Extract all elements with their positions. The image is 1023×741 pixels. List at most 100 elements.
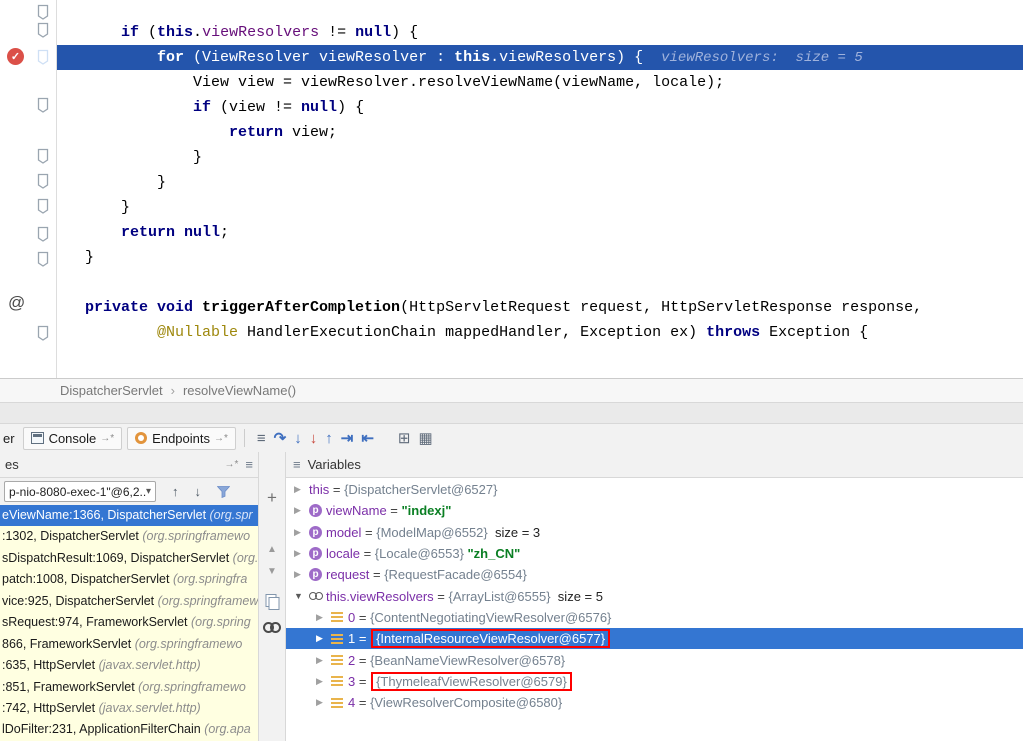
code-line[interactable]: @Nullable HandlerExecutionChain mappedHa… bbox=[57, 320, 1023, 345]
force-step-into-icon[interactable]: ↓ bbox=[310, 430, 318, 447]
stack-frame-row[interactable]: :851, FrameworkServlet (org.springframew… bbox=[0, 677, 258, 698]
variable-row[interactable]: ▶3 = {ThymeleafViewResolver@6579} bbox=[286, 671, 1023, 692]
bookmark-icon[interactable] bbox=[36, 49, 50, 65]
code-line[interactable]: return null; bbox=[57, 220, 1023, 245]
panel-menu-icon[interactable]: ≡ bbox=[293, 457, 301, 472]
frame-up-button[interactable]: ↑ bbox=[172, 484, 179, 499]
step-into-icon[interactable]: ↓ bbox=[294, 430, 302, 447]
variables-tree[interactable]: ▶this = {DispatcherServlet@6527}▶pviewNa… bbox=[286, 479, 1023, 741]
stack-frame-row[interactable]: :1302, DispatcherServlet (org.springfram… bbox=[0, 526, 258, 547]
stack-frame-row[interactable]: vice:925, DispatcherServlet (org.springf… bbox=[0, 591, 258, 612]
bookmark-icon[interactable] bbox=[36, 4, 50, 20]
show-execution-point-icon[interactable]: ⇤ bbox=[361, 429, 374, 447]
code-token: . bbox=[193, 24, 202, 41]
bookmark-icon[interactable] bbox=[36, 173, 50, 189]
bookmark-icon[interactable] bbox=[36, 226, 50, 242]
watch-glasses-icon[interactable] bbox=[263, 622, 281, 631]
variable-row[interactable]: ▶4 = {ViewResolverComposite@6580} bbox=[286, 692, 1023, 713]
code-token: Exception { bbox=[760, 324, 868, 341]
run-to-cursor-icon[interactable]: ⇥ bbox=[341, 429, 354, 447]
expander-icon[interactable]: ▶ bbox=[316, 697, 331, 708]
view-breakpoints-icon[interactable]: ⊞ bbox=[398, 429, 411, 447]
breadcrumb-item-method[interactable]: resolveViewName() bbox=[183, 383, 296, 398]
code-editor[interactable]: ✓ @ if (this.viewResolvers != null) { fo… bbox=[0, 0, 1023, 379]
code-line[interactable]: } bbox=[57, 170, 1023, 195]
variable-row[interactable]: ▶pviewName = "indexj" bbox=[286, 500, 1023, 521]
filter-funnel-icon[interactable] bbox=[217, 486, 230, 498]
pin-icon[interactable]: →* bbox=[225, 459, 239, 470]
code-line[interactable]: } bbox=[57, 145, 1023, 170]
stack-frame-row[interactable]: sDispatchResult:1069, DispatcherServlet … bbox=[0, 548, 258, 569]
tab-console[interactable]: Console →* bbox=[23, 427, 123, 450]
stack-frame-row[interactable]: patch:1008, DispatcherServlet (org.sprin… bbox=[0, 569, 258, 590]
stack-frame-row[interactable]: sRequest:974, FrameworkServlet (org.spri… bbox=[0, 612, 258, 633]
variables-panel: ≡ Variables ▶this = {DispatcherServlet@6… bbox=[286, 452, 1023, 741]
code-area[interactable]: if (this.viewResolvers != null) { for (V… bbox=[57, 20, 1023, 345]
breadcrumb-item-class[interactable]: DispatcherServlet bbox=[60, 383, 163, 398]
thread-dropdown[interactable]: p-nio-8080-exec-1"@6,2... ▾ bbox=[4, 481, 156, 502]
expander-icon[interactable]: ▶ bbox=[294, 569, 309, 580]
code-token: } bbox=[85, 249, 94, 266]
expander-icon[interactable]: ▶ bbox=[294, 484, 309, 495]
variable-row[interactable]: ▶plocale = {Locale@6553} "zh_CN" bbox=[286, 543, 1023, 564]
variable-value-suffix: size = 3 bbox=[488, 525, 540, 540]
expander-icon[interactable]: ▶ bbox=[316, 655, 331, 666]
stack-frames-list[interactable]: eViewName:1366, DispatcherServlet (org.s… bbox=[0, 505, 258, 741]
expander-icon[interactable]: ▼ bbox=[294, 591, 309, 601]
tab-endpoints[interactable]: Endpoints →* bbox=[127, 427, 236, 450]
expander-icon[interactable]: ▶ bbox=[294, 548, 309, 559]
step-out-icon[interactable]: ↑ bbox=[325, 430, 333, 447]
variable-row[interactable]: ▶1 = {InternalResourceViewResolver@6577} bbox=[286, 628, 1023, 649]
breakpoint-icon[interactable]: ✓ bbox=[7, 48, 24, 65]
stack-frame-row[interactable]: lDoFilter:231, ApplicationFilterChain (o… bbox=[0, 719, 258, 740]
add-watch-button[interactable]: + bbox=[267, 488, 277, 508]
code-line-execution-point[interactable]: for (ViewResolver viewResolver : this.vi… bbox=[57, 45, 1023, 70]
expander-icon[interactable]: ▶ bbox=[294, 505, 309, 516]
variable-name: 2 bbox=[348, 653, 355, 668]
bookmark-icon[interactable] bbox=[36, 325, 50, 341]
code-line[interactable]: return view; bbox=[57, 120, 1023, 145]
frame-location: sRequest:974, FrameworkServlet bbox=[2, 615, 191, 629]
bookmark-icon[interactable] bbox=[36, 198, 50, 214]
code-line[interactable]: private void triggerAfterCompletion(Http… bbox=[57, 295, 1023, 320]
scroll-down-button[interactable]: ▼ bbox=[267, 566, 277, 577]
array-item-icon bbox=[331, 676, 343, 686]
tab-debugger-cut[interactable]: er bbox=[3, 431, 15, 446]
code-line[interactable]: if (this.viewResolvers != null) { bbox=[57, 20, 1023, 45]
bookmark-icon[interactable] bbox=[36, 148, 50, 164]
variable-row[interactable]: ▶2 = {BeanNameViewResolver@6578} bbox=[286, 649, 1023, 670]
stack-frame-row[interactable]: eViewName:1366, DispatcherServlet (org.s… bbox=[0, 505, 258, 526]
panel-menu-icon[interactable]: ≡ bbox=[245, 457, 253, 472]
code-line[interactable]: if (view != null) { bbox=[57, 95, 1023, 120]
variable-row[interactable]: ▶this = {DispatcherServlet@6527} bbox=[286, 479, 1023, 500]
frame-down-button[interactable]: ↓ bbox=[195, 484, 202, 499]
code-line[interactable]: } bbox=[57, 245, 1023, 270]
variable-row[interactable]: ▼this.viewResolvers = {ArrayList@6555} s… bbox=[286, 585, 1023, 606]
scroll-up-button[interactable]: ▲ bbox=[267, 544, 277, 555]
expander-icon[interactable]: ▶ bbox=[316, 676, 331, 687]
copy-icon[interactable] bbox=[266, 594, 279, 609]
step-over-icon[interactable]: ↷ bbox=[274, 429, 287, 447]
variable-row[interactable]: ▶prequest = {RequestFacade@6554} bbox=[286, 564, 1023, 585]
mute-breakpoints-icon[interactable]: ≡ bbox=[257, 430, 266, 447]
expander-icon[interactable]: ▶ bbox=[316, 633, 331, 644]
expander-icon[interactable]: ▶ bbox=[316, 612, 331, 623]
variable-row[interactable]: ▶0 = {ContentNegotiatingViewResolver@657… bbox=[286, 607, 1023, 628]
variable-row[interactable]: ▶pmodel = {ModelMap@6552} size = 3 bbox=[286, 522, 1023, 543]
bookmark-icon[interactable] bbox=[36, 22, 50, 38]
bookmark-icon[interactable] bbox=[36, 251, 50, 267]
frame-package: (org.springfra bbox=[173, 572, 247, 586]
tab-endpoints-label: Endpoints bbox=[152, 431, 210, 446]
code-line[interactable]: } bbox=[57, 195, 1023, 220]
layout-settings-icon[interactable]: ▦ bbox=[418, 429, 432, 447]
frames-header-label: es bbox=[5, 457, 19, 472]
code-line[interactable] bbox=[57, 270, 1023, 295]
bookmark-icon[interactable] bbox=[36, 97, 50, 113]
variable-value: {DispatcherServlet@6527} bbox=[344, 482, 497, 497]
stack-frame-row[interactable]: 866, FrameworkServlet (org.springframewo bbox=[0, 634, 258, 655]
expander-icon[interactable]: ▶ bbox=[294, 527, 309, 538]
stack-frame-row[interactable]: :742, HttpServlet (javax.servlet.http) bbox=[0, 698, 258, 719]
code-line[interactable]: View view = viewResolver.resolveViewName… bbox=[57, 70, 1023, 95]
frame-location: vice:925, DispatcherServlet bbox=[2, 594, 158, 608]
stack-frame-row[interactable]: :635, HttpServlet (javax.servlet.http) bbox=[0, 655, 258, 676]
